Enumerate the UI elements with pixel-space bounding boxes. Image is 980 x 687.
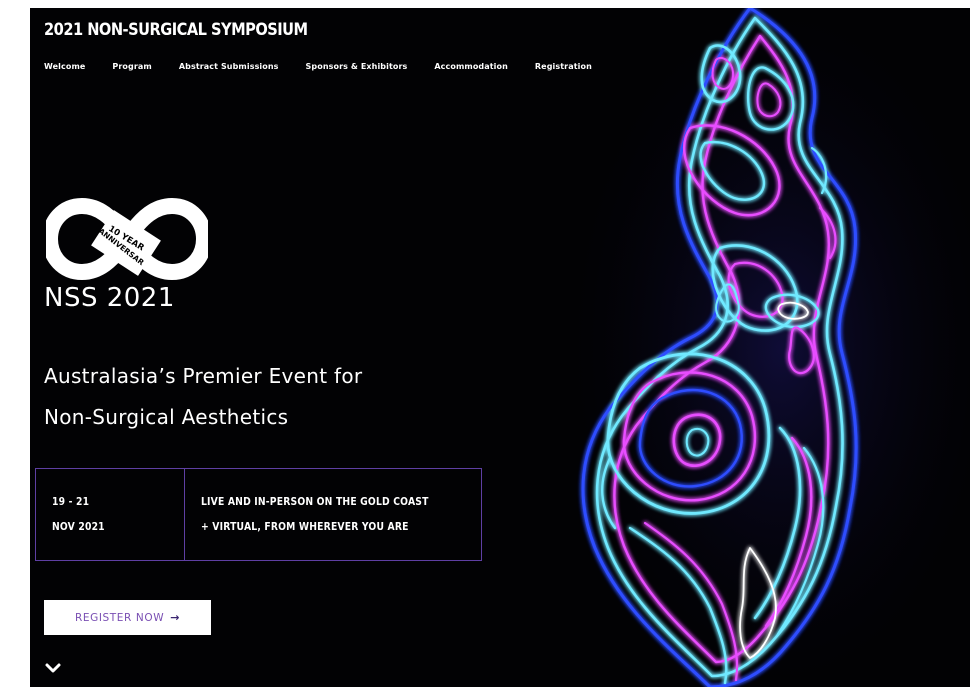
chevron-down-icon[interactable] [44, 661, 62, 675]
event-info-box: 19 - 21 NOV 2021 LIVE AND IN-PERSON ON T… [35, 468, 482, 561]
register-now-button[interactable]: REGISTER NOW → [44, 600, 211, 635]
nav-registration[interactable]: Registration [535, 62, 592, 71]
tagline: Australasia’s Premier Event for Non-Surg… [44, 356, 504, 438]
nav-sponsors-exhibitors[interactable]: Sponsors & Exhibitors [306, 62, 408, 71]
hero-section: 2021 NON-SURGICAL SYMPOSIUM Welcome Prog… [30, 8, 970, 687]
tagline-line-1: Australasia’s Premier Event for [44, 364, 363, 388]
nav-abstract-submissions[interactable]: Abstract Submissions [179, 62, 279, 71]
event-name: NSS 2021 [44, 283, 175, 313]
site-title[interactable]: 2021 NON-SURGICAL SYMPOSIUM [44, 20, 308, 40]
dates-line-1: 19 - 21 [52, 495, 90, 508]
event-location: LIVE AND IN-PERSON ON THE GOLD COAST + V… [185, 469, 481, 560]
register-now-label: REGISTER NOW [74, 611, 165, 624]
nav-program[interactable]: Program [112, 62, 151, 71]
tagline-line-2: Non-Surgical Aesthetics [44, 405, 289, 429]
location-line-2: + VIRTUAL, FROM WHEREVER YOU ARE [201, 520, 409, 533]
page: 2021 NON-SURGICAL SYMPOSIUM Welcome Prog… [0, 0, 980, 687]
neon-topography-artwork [550, 8, 970, 687]
location-line-1: LIVE AND IN-PERSON ON THE GOLD COAST [201, 495, 429, 508]
nav-welcome[interactable]: Welcome [44, 62, 85, 71]
main-nav: Welcome Program Abstract Submissions Spo… [44, 62, 619, 71]
arrow-right-icon: → [170, 611, 181, 624]
infinity-logo-icon: 10 YEAR ANNIVERSARY [46, 194, 208, 280]
event-dates: 19 - 21 NOV 2021 [36, 469, 185, 560]
nav-accommodation[interactable]: Accommodation [434, 62, 508, 71]
dates-line-2: NOV 2021 [52, 520, 105, 533]
